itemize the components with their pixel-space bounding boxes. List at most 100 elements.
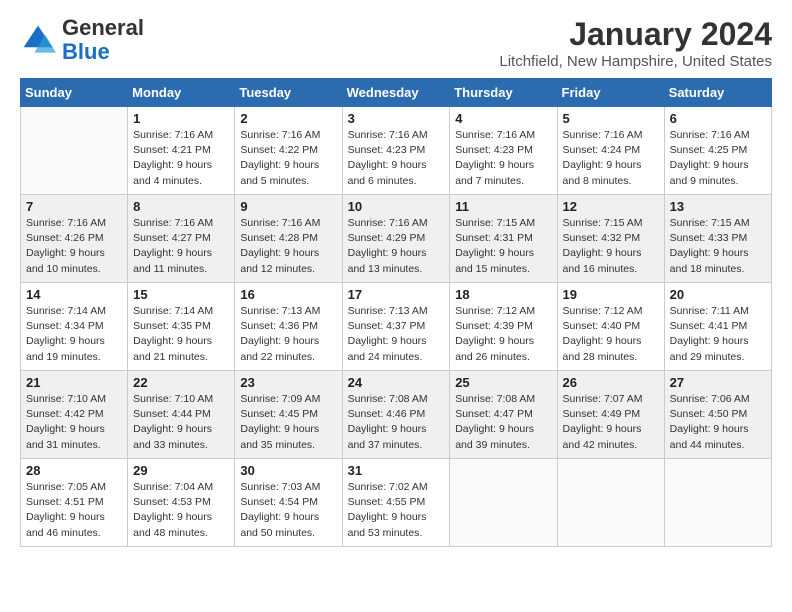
calendar-week-row: 28 Sunrise: 7:05 AMSunset: 4:51 PMDayligh… [21,459,772,547]
day-number: 13 [670,199,766,214]
day-number: 31 [348,463,445,478]
day-number: 3 [348,111,445,126]
calendar-cell: 23 Sunrise: 7:09 AMSunset: 4:45 PMDayligh… [235,371,342,459]
day-number: 6 [670,111,766,126]
calendar-cell: 18 Sunrise: 7:12 AMSunset: 4:39 PMDayligh… [450,283,557,371]
calendar-cell: 14Sunrise: 7:14 AMSunset: 4:34 PMDayligh… [21,283,128,371]
calendar-cell: 15 Sunrise: 7:14 AMSunset: 4:35 PMDayligh… [128,283,235,371]
day-number: 11 [455,199,551,214]
logo-blue-text: Blue [62,39,110,64]
calendar-cell: 4 Sunrise: 7:16 AMSunset: 4:23 PMDaylight… [450,107,557,195]
calendar-week-row: 7 Sunrise: 7:16 AMSunset: 4:26 PMDaylight… [21,195,772,283]
calendar-cell: 16Sunrise: 7:13 AMSunset: 4:36 PMDayligh… [235,283,342,371]
calendar-header-row: SundayMondayTuesdayWednesdayThursdayFrid… [21,79,772,107]
day-info: Sunrise: 7:06 AMSunset: 4:50 PMDaylight:… [670,392,766,453]
day-number: 1 [133,111,229,126]
day-number: 22 [133,375,229,390]
day-number: 7 [26,199,122,214]
calendar-cell [450,459,557,547]
logo-general-text: General [62,15,144,40]
day-info: Sunrise: 7:16 AMSunset: 4:25 PMDaylight:… [670,128,766,189]
day-info: Sunrise: 7:16 AMSunset: 4:26 PMDaylight:… [26,216,122,277]
day-number: 24 [348,375,445,390]
day-number: 15 [133,287,229,302]
calendar-cell: 2 Sunrise: 7:16 AMSunset: 4:22 PMDaylight… [235,107,342,195]
day-info: Sunrise: 7:04 AMSunset: 4:53 PMDaylight:… [133,480,229,541]
calendar-week-row: 1Sunrise: 7:16 AMSunset: 4:21 PMDaylight… [21,107,772,195]
day-info: Sunrise: 7:16 AMSunset: 4:23 PMDaylight:… [455,128,551,189]
day-info: Sunrise: 7:15 AMSunset: 4:33 PMDaylight:… [670,216,766,277]
day-info: Sunrise: 7:15 AMSunset: 4:32 PMDaylight:… [563,216,659,277]
calendar-cell: 28 Sunrise: 7:05 AMSunset: 4:51 PMDayligh… [21,459,128,547]
calendar-cell: 1Sunrise: 7:16 AMSunset: 4:21 PMDaylight… [128,107,235,195]
day-info: Sunrise: 7:02 AMSunset: 4:55 PMDaylight:… [348,480,445,541]
calendar-cell: 31 Sunrise: 7:02 AMSunset: 4:55 PMDayligh… [342,459,450,547]
col-header-wednesday: Wednesday [342,79,450,107]
day-info: Sunrise: 7:15 AMSunset: 4:31 PMDaylight:… [455,216,551,277]
day-info: Sunrise: 7:16 AMSunset: 4:28 PMDaylight:… [240,216,336,277]
calendar-table: SundayMondayTuesdayWednesdayThursdayFrid… [20,78,772,547]
calendar-cell: 8Sunrise: 7:16 AMSunset: 4:27 PMDaylight… [128,195,235,283]
col-header-thursday: Thursday [450,79,557,107]
col-header-friday: Friday [557,79,664,107]
calendar-cell: 3 Sunrise: 7:16 AMSunset: 4:23 PMDaylight… [342,107,450,195]
col-header-tuesday: Tuesday [235,79,342,107]
calendar-cell [557,459,664,547]
calendar-cell [664,459,771,547]
day-number: 19 [563,287,659,302]
day-info: Sunrise: 7:16 AMSunset: 4:23 PMDaylight:… [348,128,445,189]
day-info: Sunrise: 7:11 AMSunset: 4:41 PMDaylight:… [670,304,766,365]
page-header: General Blue January 2024 Litchfield, Ne… [20,16,772,70]
day-info: Sunrise: 7:07 AMSunset: 4:49 PMDaylight:… [563,392,659,453]
calendar-week-row: 14Sunrise: 7:14 AMSunset: 4:34 PMDayligh… [21,283,772,371]
calendar-cell: 13 Sunrise: 7:15 AMSunset: 4:33 PMDayligh… [664,195,771,283]
day-number: 16 [240,287,336,302]
day-number: 4 [455,111,551,126]
calendar-cell: 26 Sunrise: 7:07 AMSunset: 4:49 PMDayligh… [557,371,664,459]
day-info: Sunrise: 7:12 AMSunset: 4:40 PMDaylight:… [563,304,659,365]
day-number: 21 [26,375,122,390]
calendar-cell: 25Sunrise: 7:08 AMSunset: 4:47 PMDayligh… [450,371,557,459]
day-number: 20 [670,287,766,302]
day-number: 30 [240,463,336,478]
day-info: Sunrise: 7:10 AMSunset: 4:42 PMDaylight:… [26,392,122,453]
day-info: Sunrise: 7:14 AMSunset: 4:35 PMDaylight:… [133,304,229,365]
day-number: 10 [348,199,445,214]
calendar-cell: 5Sunrise: 7:16 AMSunset: 4:24 PMDaylight… [557,107,664,195]
col-header-saturday: Saturday [664,79,771,107]
day-info: Sunrise: 7:16 AMSunset: 4:24 PMDaylight:… [563,128,659,189]
calendar-cell: 27 Sunrise: 7:06 AMSunset: 4:50 PMDayligh… [664,371,771,459]
title-block: January 2024 Litchfield, New Hampshire, … [499,16,772,70]
day-info: Sunrise: 7:16 AMSunset: 4:29 PMDaylight:… [348,216,445,277]
col-header-sunday: Sunday [21,79,128,107]
calendar-cell: 30 Sunrise: 7:03 AMSunset: 4:54 PMDayligh… [235,459,342,547]
day-info: Sunrise: 7:13 AMSunset: 4:37 PMDaylight:… [348,304,445,365]
day-number: 29 [133,463,229,478]
calendar-cell: 7 Sunrise: 7:16 AMSunset: 4:26 PMDaylight… [21,195,128,283]
day-info: Sunrise: 7:08 AMSunset: 4:46 PMDaylight:… [348,392,445,453]
day-info: Sunrise: 7:03 AMSunset: 4:54 PMDaylight:… [240,480,336,541]
calendar-week-row: 21 Sunrise: 7:10 AMSunset: 4:42 PMDayligh… [21,371,772,459]
calendar-cell: 9Sunrise: 7:16 AMSunset: 4:28 PMDaylight… [235,195,342,283]
day-number: 23 [240,375,336,390]
calendar-cell: 19 Sunrise: 7:12 AMSunset: 4:40 PMDayligh… [557,283,664,371]
day-number: 27 [670,375,766,390]
calendar-cell: 6 Sunrise: 7:16 AMSunset: 4:25 PMDaylight… [664,107,771,195]
day-info: Sunrise: 7:05 AMSunset: 4:51 PMDaylight:… [26,480,122,541]
logo: General Blue [20,16,144,64]
calendar-cell: 24 Sunrise: 7:08 AMSunset: 4:46 PMDayligh… [342,371,450,459]
day-info: Sunrise: 7:09 AMSunset: 4:45 PMDaylight:… [240,392,336,453]
day-info: Sunrise: 7:16 AMSunset: 4:22 PMDaylight:… [240,128,336,189]
location-text: Litchfield, New Hampshire, United States [499,53,772,70]
day-number: 26 [563,375,659,390]
day-number: 28 [26,463,122,478]
calendar-cell: 11 Sunrise: 7:15 AMSunset: 4:31 PMDayligh… [450,195,557,283]
day-info: Sunrise: 7:10 AMSunset: 4:44 PMDaylight:… [133,392,229,453]
day-number: 12 [563,199,659,214]
day-number: 2 [240,111,336,126]
col-header-monday: Monday [128,79,235,107]
day-info: Sunrise: 7:12 AMSunset: 4:39 PMDaylight:… [455,304,551,365]
day-number: 17 [348,287,445,302]
calendar-cell: 10 Sunrise: 7:16 AMSunset: 4:29 PMDayligh… [342,195,450,283]
day-number: 18 [455,287,551,302]
